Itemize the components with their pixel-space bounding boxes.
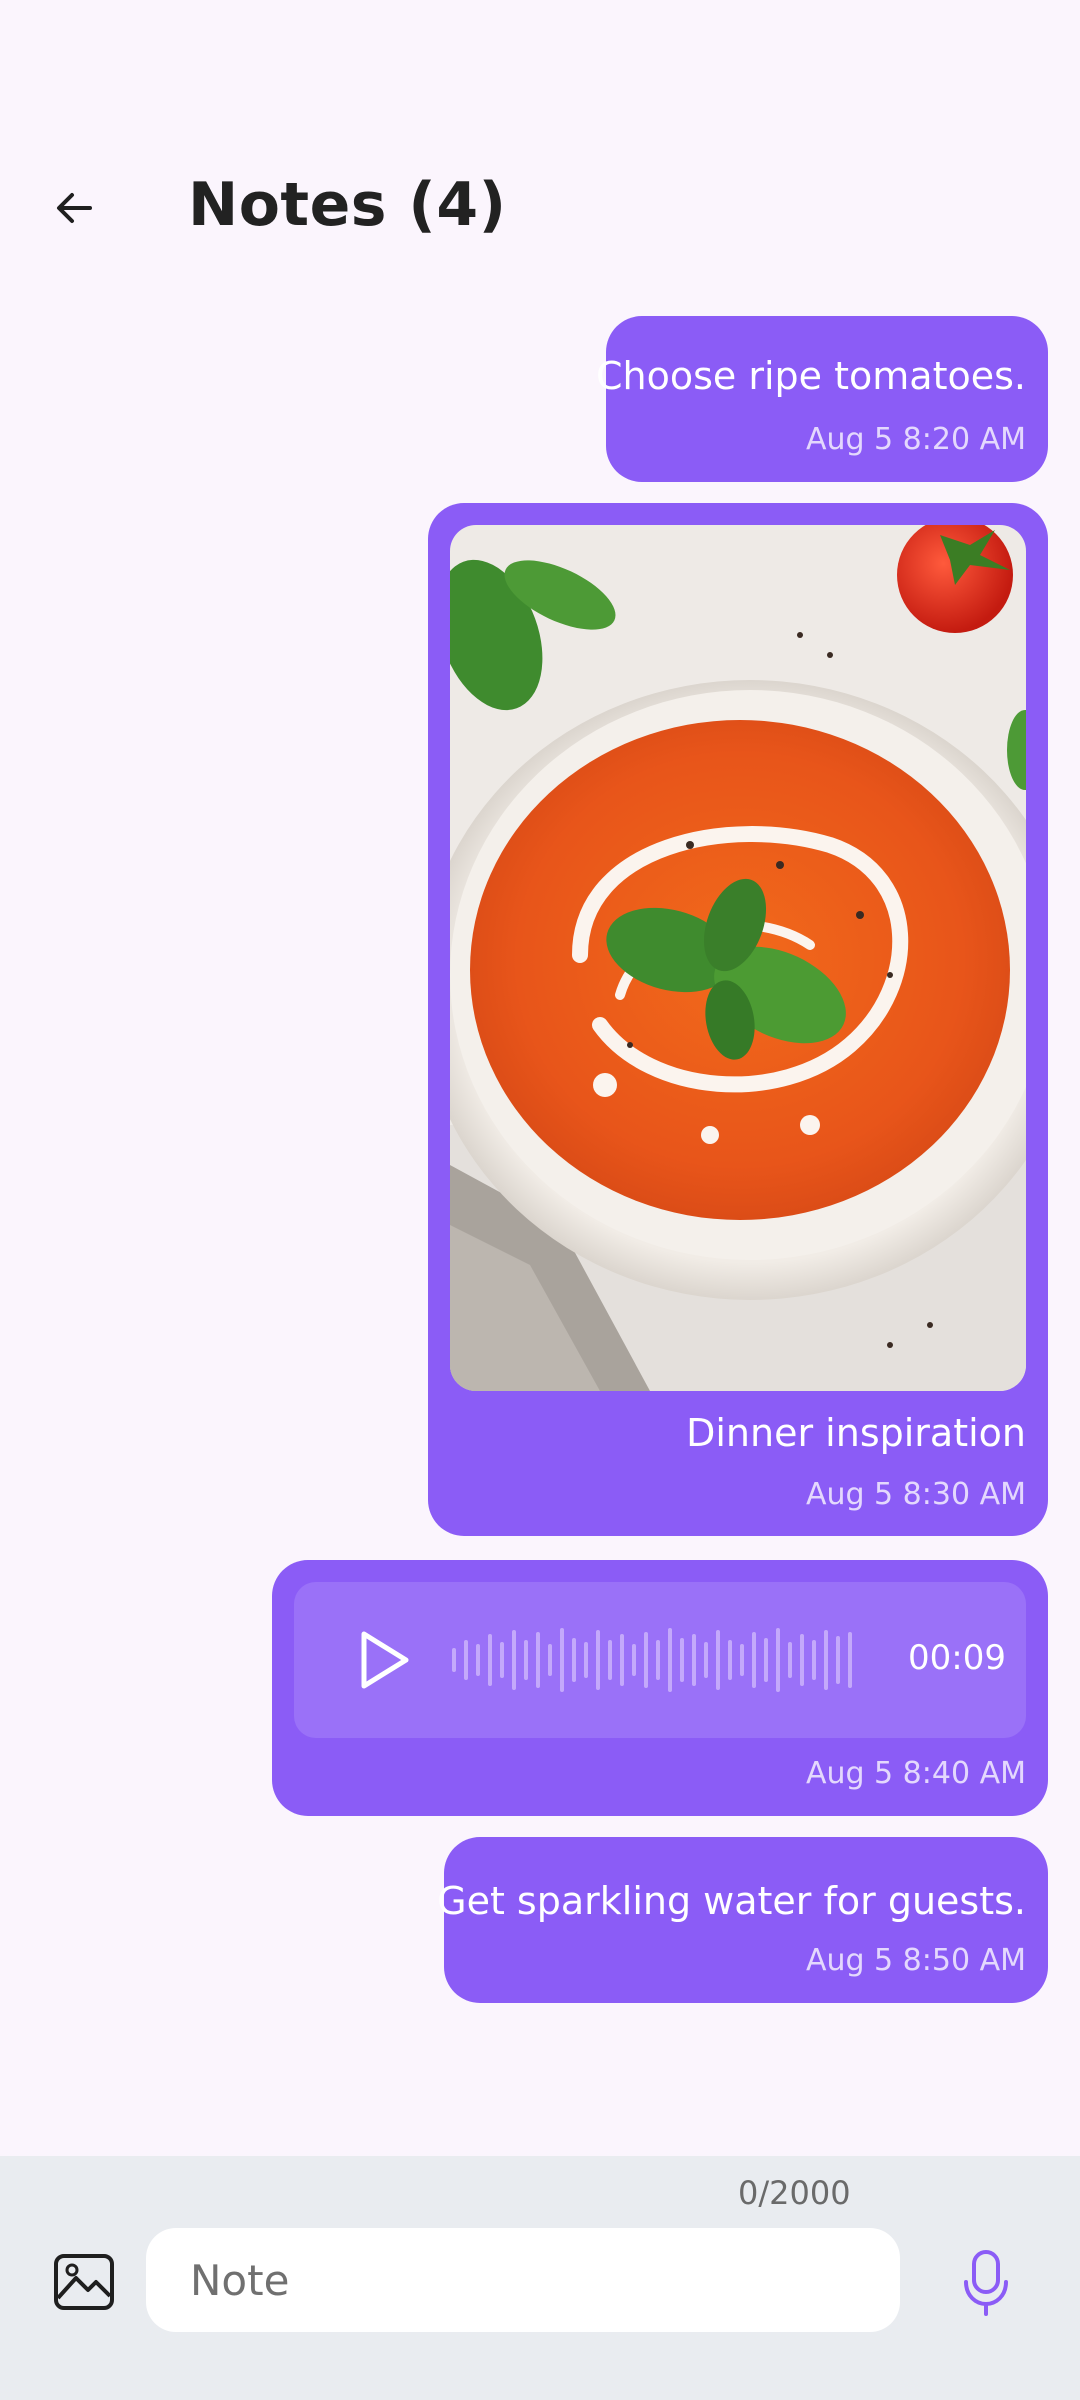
note-bubble-audio[interactable]: 00:09 Aug 5 8:40 AM: [272, 1560, 1048, 1816]
note-text: Choose ripe tomatoes.: [596, 354, 1026, 398]
record-audio-button[interactable]: [960, 2248, 1012, 2316]
microphone-icon: [964, 2250, 1008, 2316]
audio-duration: 00:09: [908, 1638, 1006, 1678]
attach-image-button[interactable]: [50, 2248, 118, 2316]
note-text: Dinner inspiration: [686, 1411, 1026, 1455]
note-bubble-image[interactable]: Dinner inspiration Aug 5 8:30 AM: [428, 503, 1048, 1536]
arrow-left-icon: [57, 193, 92, 223]
back-button[interactable]: [40, 174, 108, 242]
note-text: Get sparkling water for guests.: [437, 1879, 1026, 1923]
note-bubble-text[interactable]: Get sparkling water for guests. Aug 5 8:…: [437, 1837, 1048, 2003]
note-input-placeholder: Note: [190, 2256, 290, 2305]
app-header: Notes (4): [0, 150, 1080, 270]
note-input[interactable]: Note: [146, 2228, 900, 2332]
audio-player: 00:09: [294, 1582, 1026, 1738]
note-timestamp: Aug 5 8:20 AM: [805, 422, 1026, 457]
image-icon: [54, 2254, 114, 2310]
note-timestamp: Aug 5 8:50 AM: [805, 1943, 1026, 1978]
play-button[interactable]: [350, 1628, 414, 1692]
note-timestamp: Aug 5 8:40 AM: [805, 1756, 1026, 1791]
composer-bar: 0/2000 Note: [0, 2156, 1080, 2400]
character-counter: 0/2000: [738, 2174, 851, 2212]
note-timestamp: Aug 5 8:30 AM: [805, 1477, 1026, 1512]
page-title: Notes (4): [188, 170, 507, 240]
audio-waveform[interactable]: [450, 1622, 860, 1698]
note-bubble-text[interactable]: Choose ripe tomatoes. Aug 5 8:20 AM: [596, 316, 1048, 482]
play-icon: [361, 1631, 409, 1689]
tomato-soup-bowl-photo[interactable]: [450, 525, 1026, 1391]
